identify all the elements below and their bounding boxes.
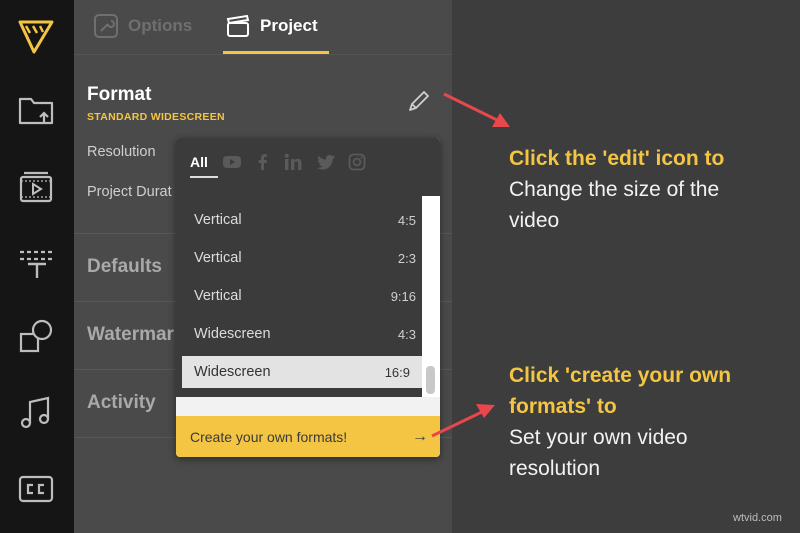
- format-title: Format: [87, 84, 152, 105]
- youtube-icon[interactable]: [220, 150, 244, 174]
- format-option-ratio: 2:3: [397, 250, 416, 266]
- folder-upload-icon[interactable]: [15, 89, 57, 131]
- tab-options-label: Options: [128, 16, 193, 35]
- callout-create-heading-line1: Click 'create your own: [509, 364, 732, 387]
- instagram-icon[interactable]: [346, 150, 368, 174]
- shapes-icon[interactable]: [15, 316, 57, 358]
- format-option-ratio: 9:16: [390, 288, 416, 304]
- section-activity-label: Activity: [87, 392, 156, 413]
- format-option-name: Vertical: [194, 212, 242, 228]
- format-option-widescreen-4-3[interactable]: Widescreen 4:3: [182, 318, 428, 350]
- arrow-right-icon: →: [412, 427, 428, 445]
- format-option-name: Vertical: [194, 250, 242, 266]
- callout-edit: Click the 'edit' icon to Change the size…: [509, 143, 724, 236]
- media-library-icon[interactable]: [15, 166, 57, 208]
- panel-tabs: Options Project: [74, 0, 452, 55]
- callout-create-heading-line2: formats' to: [509, 395, 617, 418]
- callout-create: Click 'create your own formats' to Set y…: [509, 360, 731, 484]
- format-option-vertical-4-5[interactable]: Vertical 4:5: [182, 204, 428, 236]
- resolution-label: Resolution: [87, 144, 156, 160]
- section-defaults-label: Defaults: [87, 256, 162, 277]
- format-subtitle: STANDARD WIDESCREEN: [87, 111, 225, 123]
- format-option-name: Widescreen: [194, 364, 271, 380]
- callout-create-body-line2: resolution: [509, 457, 601, 480]
- format-option-name: Widescreen: [194, 326, 271, 342]
- left-icon-rail: [0, 0, 74, 533]
- format-option-ratio: 4:5: [397, 212, 416, 228]
- active-tab-indicator: [223, 51, 329, 54]
- music-note-icon[interactable]: [15, 392, 57, 434]
- tab-project-label: Project: [260, 16, 318, 35]
- format-option-widescreen-16-9[interactable]: Widescreen 16:9: [182, 356, 422, 388]
- facebook-icon[interactable]: [252, 150, 274, 174]
- closed-captions-icon[interactable]: [15, 468, 57, 510]
- watermark: wtvid.com: [733, 512, 782, 524]
- tab-project[interactable]: Project: [224, 0, 318, 52]
- format-option-ratio: 4:3: [397, 326, 416, 342]
- format-dropdown: All Vertical 4:5 Vertical 2:3 Vertical 9…: [176, 138, 440, 457]
- clapperboard-icon: [226, 14, 250, 37]
- edit-format-button[interactable]: [404, 88, 432, 116]
- platform-tabs: All: [176, 138, 440, 196]
- format-option-vertical-9-16[interactable]: Vertical 9:16: [182, 280, 428, 312]
- tab-options[interactable]: Options: [92, 0, 192, 52]
- callout-edit-heading: Click the 'edit' icon to: [509, 147, 725, 170]
- platform-tab-all[interactable]: All: [190, 150, 208, 174]
- text-tool-icon[interactable]: [15, 241, 57, 283]
- callout-edit-body-line2: video: [509, 209, 560, 232]
- create-own-formats-button[interactable]: Create your own formats! →: [176, 416, 440, 457]
- platform-tab-indicator: [190, 176, 218, 178]
- clapperboard-logo-icon[interactable]: [15, 15, 57, 57]
- arrow-to-edit-icon: [443, 92, 510, 127]
- wrench-icon: [94, 14, 118, 38]
- project-duration-label: Project Durat: [87, 184, 172, 200]
- list-scrollbar[interactable]: [426, 366, 435, 394]
- pencil-icon: [409, 91, 429, 111]
- section-watermark-label: Watermar: [87, 324, 174, 345]
- format-option-vertical-2-3[interactable]: Vertical 2:3: [182, 242, 428, 274]
- format-option-name: Vertical: [194, 288, 242, 304]
- callout-edit-body-line1: Change the size of the: [509, 178, 720, 201]
- twitter-icon[interactable]: [314, 150, 338, 174]
- format-option-ratio: 16:9: [384, 364, 410, 380]
- callout-create-body-line1: Set your own video: [509, 426, 688, 449]
- create-own-formats-label: Create your own formats!: [190, 428, 348, 445]
- linkedin-icon[interactable]: [282, 150, 304, 174]
